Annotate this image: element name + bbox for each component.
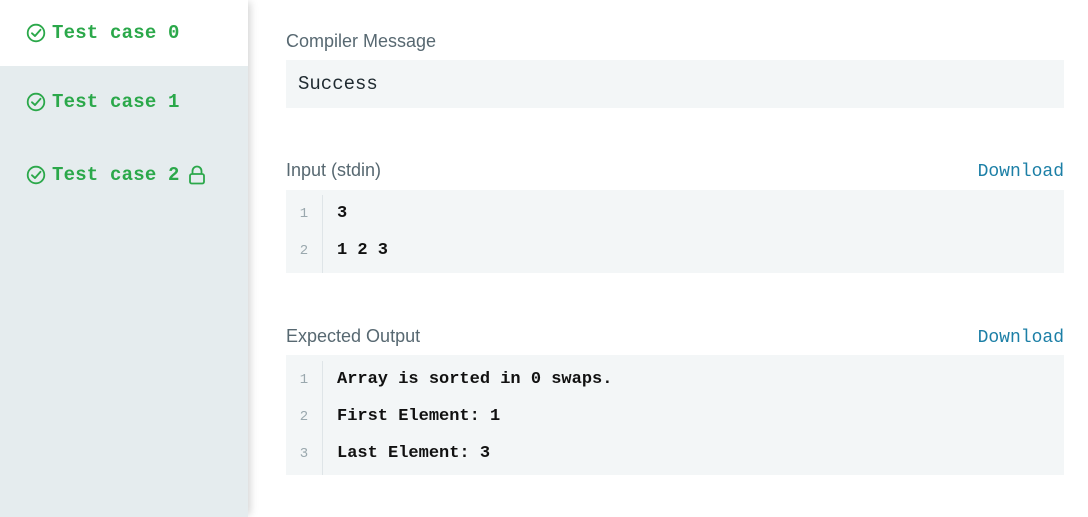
compiler-message-header: Compiler Message <box>286 31 1064 52</box>
line-number: 2 <box>299 242 309 259</box>
expected-output-download-link[interactable]: Download <box>978 328 1064 348</box>
code-line: First Element: 1 <box>337 407 501 426</box>
tab-label: Test case 1 <box>52 91 180 113</box>
check-circle-icon <box>26 92 46 112</box>
code-line: Last Element: 3 <box>337 444 491 463</box>
expected-output-title: Expected Output <box>286 326 421 346</box>
input-header: Input (stdin) Download <box>286 160 1064 182</box>
code-line: 3 <box>337 204 348 223</box>
input-download-link[interactable]: Download <box>978 162 1064 182</box>
line-number: 1 <box>299 205 309 222</box>
line-number: 3 <box>299 445 309 462</box>
check-circle-icon <box>26 165 46 185</box>
tab-test-case-2[interactable]: Test case 2 <box>0 142 248 208</box>
line-number-gutter: 1 2 3 <box>286 361 323 475</box>
test-results-panel: Test case 0 Test case 1 Test case 2 Comp… <box>0 0 1088 517</box>
tab-label: Test case 2 <box>52 164 180 186</box>
code-line: 1 2 3 <box>337 241 389 260</box>
line-number: 1 <box>299 371 309 388</box>
expected-output-code-box: 1 2 3 Array is sorted in 0 swaps. First … <box>286 355 1064 475</box>
compiler-message-box: Success <box>286 60 1064 108</box>
compiler-message-title: Compiler Message <box>286 31 437 51</box>
lock-icon <box>188 165 205 185</box>
line-number: 2 <box>299 408 309 425</box>
check-circle-icon <box>26 23 46 43</box>
input-code-box: 1 2 3 1 2 3 <box>286 190 1064 273</box>
input-lines: 3 1 2 3 <box>323 195 1064 273</box>
tab-test-case-0[interactable]: Test case 0 <box>0 0 248 66</box>
compiler-message-text: Success <box>298 73 378 95</box>
expected-output-lines: Array is sorted in 0 swaps. First Elemen… <box>323 361 1064 475</box>
line-number-gutter: 1 2 <box>286 195 323 273</box>
test-case-sidebar: Test case 0 Test case 1 Test case 2 <box>0 0 248 517</box>
expected-output-header: Expected Output Download <box>286 326 1064 348</box>
code-line: Array is sorted in 0 swaps. <box>337 370 613 389</box>
tab-test-case-1[interactable]: Test case 1 <box>0 69 248 135</box>
input-title: Input (stdin) <box>286 160 382 180</box>
tab-label: Test case 0 <box>52 22 180 44</box>
